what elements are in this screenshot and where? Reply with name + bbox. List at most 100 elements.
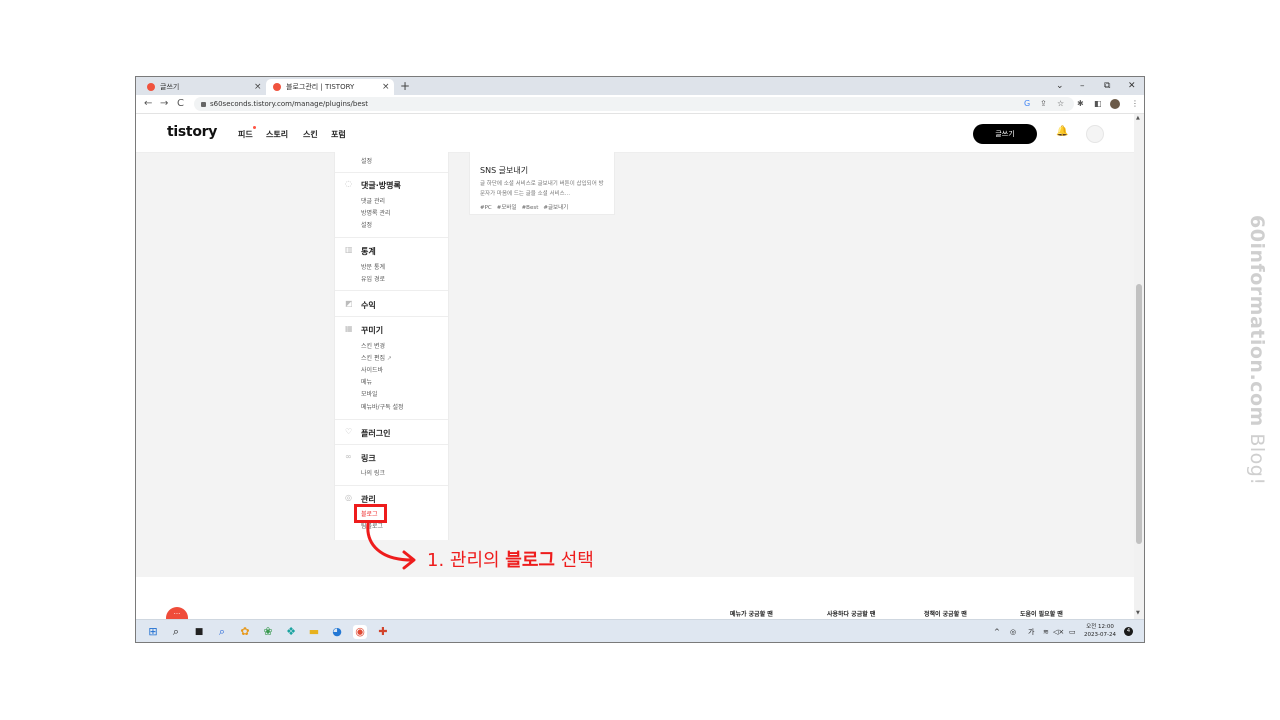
magnifier-icon[interactable]: ⌕ [215,625,229,639]
sidebar-item-referrer[interactable]: 유입 경로 [361,274,385,283]
tistory-favicon-icon [273,83,281,91]
sidebar-item-skin-change[interactable]: 스킨 변경 [361,341,385,350]
tab-strip: 글쓰기 × 블로그관리 | TISTORY × + ⌄ – ⧉ ✕ [136,77,1144,95]
tab-search-icon[interactable]: ⌄ [1056,78,1064,94]
divider [335,485,448,486]
divider [335,316,448,317]
annotation-bold: 블로그 [505,550,555,571]
task-view-icon[interactable]: ■ [192,625,206,639]
plugin-card[interactable]: SNS 글보내기 글 하단에 소셜 서비스로 글보내기 버튼이 삽입되어 방문자… [469,152,615,215]
windows-taskbar: ⊞ ⌕ ■ ⌕ ✿ ❀ ❖ ▬ ◕ ◉ ✚ ^ ◎ 가 ≋ ◁× ▭ 오전 12… [136,619,1144,642]
side-panel-icon[interactable]: ◧ [1094,98,1102,110]
tag: #PC [480,205,492,211]
app-icon[interactable]: ✿ [238,625,252,639]
nav-skin[interactable]: 스킨 [303,129,318,140]
tab-blog-manage[interactable]: 블로그관리 | TISTORY × [266,79,394,95]
manage-sidebar: 설정 ◌ 댓글·방명록 댓글 관리 방명록 관리 설정 ▥ 통계 방문 통계 유… [334,152,449,540]
google-translate-icon[interactable]: G [1024,98,1030,110]
cloud-icon[interactable]: ◎ [1010,626,1016,638]
annotation-prefix: 1. 관리의 [427,550,506,571]
sidebar-section-comments[interactable]: 댓글·방명록 [361,180,401,191]
menu-icon[interactable]: ⋮ [1131,98,1139,110]
avatar[interactable] [1086,125,1104,143]
sidebar-item-comment-settings[interactable]: 설정 [361,220,372,229]
sidebar-item-menu[interactable]: 메뉴 [361,377,372,386]
sidebar-item-menubar-subscribe[interactable]: 메뉴바/구독 설정 [361,402,404,411]
clock-date: 2023-07-24 [1084,632,1116,638]
tray-overflow-icon[interactable]: ^ [994,626,1000,638]
scroll-down-icon: ▼ [1136,610,1140,616]
minimize-button[interactable]: – [1080,78,1085,94]
sidebar-item-visit-stats[interactable]: 방문 통계 [361,262,385,271]
tab-close-icon[interactable]: × [254,79,262,95]
sidebar-section-stats[interactable]: 통계 [361,246,376,257]
nav-forum[interactable]: 포럼 [331,129,346,140]
chrome-icon[interactable]: ◉ [353,625,367,639]
sidebar-section-plugin[interactable]: 플러그인 [361,428,390,439]
manage-icon: ◎ [345,493,352,502]
footer-link-policy[interactable]: 정책이 궁금할 땐 [924,609,967,618]
sidebar-section-link[interactable]: 링크 [361,453,376,464]
app-icon[interactable]: ❀ [261,625,275,639]
windows-start-icon[interactable]: ⊞ [146,625,160,639]
browser-window: 글쓰기 × 블로그관리 | TISTORY × + ⌄ – ⧉ ✕ ← → C … [135,76,1145,643]
profile-avatar[interactable] [1110,99,1120,109]
divider [335,290,448,291]
wifi-icon[interactable]: ≋ [1043,626,1049,638]
maximize-button[interactable]: ⧉ [1104,78,1110,94]
app-icon[interactable]: ❖ [284,625,298,639]
sidebar-item-mobile[interactable]: 모바일 [361,389,378,398]
skin-edit-label: 스킨 편집 [361,355,385,362]
ime-indicator[interactable]: 가 [1028,626,1034,638]
reload-button[interactable]: C [177,96,184,112]
tistory-header: tistory 피드 스토리 스킨 포럼 글쓰기 🔔 [136,114,1134,153]
tab-close-icon[interactable]: × [382,79,390,95]
back-button[interactable]: ← [144,96,152,112]
card-description: 글 하단에 소셜 서비스로 글보내기 버튼이 삽입되어 방문자가 마음에 드는 … [480,181,604,197]
tab-write[interactable]: 글쓰기 × [140,79,264,95]
watermark-bold: 60information.com [1246,215,1268,427]
scroll-thumb[interactable] [1136,284,1142,544]
sidebar-item-my-link[interactable]: 나의 링크 [361,468,385,477]
file-explorer-icon[interactable]: ▬ [307,625,321,639]
nav-feed[interactable]: 피드 [238,129,253,140]
page-scrollbar[interactable]: ▲ ▼ [1134,114,1144,619]
sidebar-item-comment-manage[interactable]: 댓글 관리 [361,196,385,205]
taskbar-clock[interactable]: 오전 12:00 2023-07-24 [1084,623,1116,639]
notification-badge[interactable]: 4 [1124,627,1133,636]
volume-muted-icon[interactable]: ◁× [1053,626,1064,638]
footer-link-usage[interactable]: 사용하다 궁금할 땐 [827,609,875,618]
sidebar-item-sidebar[interactable]: 사이드바 [361,365,383,374]
nav-story[interactable]: 스토리 [266,129,288,140]
decorate-icon: ▦ [345,324,353,333]
sidebar-item-guestbook-manage[interactable]: 방명록 관리 [361,208,391,217]
card-title: SNS 글보내기 [480,166,529,175]
bell-icon[interactable]: 🔔 [1056,126,1068,137]
forward-button[interactable]: → [160,96,168,112]
tag: #글보내기 [543,205,569,211]
divider [335,419,448,420]
bookmark-star-icon[interactable]: ☆ [1057,98,1064,110]
share-icon[interactable]: ⇪ [1040,98,1047,110]
divider [335,444,448,445]
tistory-logo[interactable]: tistory [167,124,217,140]
sidebar-item-skin-edit[interactable]: 스킨 편집 ↗ [361,353,392,362]
chat-bubble-button[interactable]: ··· [166,607,188,619]
footer-link-menu[interactable]: 메뉴가 궁금할 땐 [730,609,773,618]
battery-icon[interactable]: ▭ [1069,626,1076,638]
sidebar-section-decorate[interactable]: 꾸미기 [361,325,383,336]
new-dot-icon [253,126,256,129]
address-bar[interactable]: s60seconds.tistory.com/manage/plugins/be… [194,97,1074,111]
close-window-button[interactable]: ✕ [1128,78,1136,94]
write-button[interactable]: 글쓰기 [973,124,1037,144]
edge-icon[interactable]: ◕ [330,625,344,639]
search-icon[interactable]: ⌕ [169,625,183,639]
new-tab-button[interactable]: + [400,78,410,94]
comment-icon: ◌ [345,179,352,188]
sidebar-item-settings[interactable]: 설정 [361,156,372,165]
revenue-icon: ◩ [345,299,353,308]
powerpoint-icon[interactable]: ✚ [376,625,390,639]
sidebar-section-revenue[interactable]: 수익 [361,300,376,311]
footer-link-help[interactable]: 도움이 필요할 땐 [1020,609,1063,618]
extensions-icon[interactable]: ✱ [1077,98,1084,110]
